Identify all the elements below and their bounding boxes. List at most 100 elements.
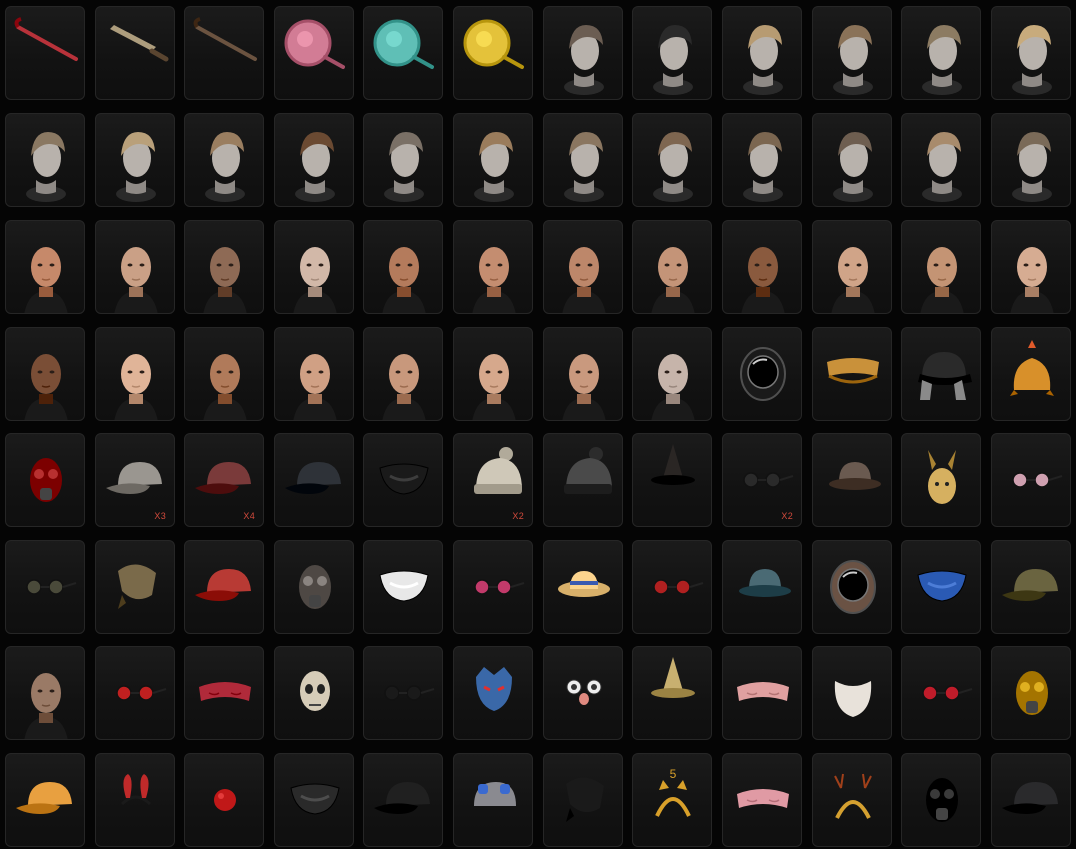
- inventory-slot[interactable]: [632, 433, 712, 527]
- inventory-slot[interactable]: [722, 113, 802, 207]
- inventory-slot[interactable]: [363, 753, 443, 847]
- inventory-slot[interactable]: [363, 540, 443, 634]
- inventory-slot[interactable]: [901, 220, 981, 314]
- inventory-slot[interactable]: [95, 220, 175, 314]
- inventory-slot[interactable]: [991, 113, 1071, 207]
- inventory-slot[interactable]: [453, 753, 533, 847]
- inventory-slot[interactable]: [991, 646, 1071, 740]
- inventory-slot[interactable]: [722, 753, 802, 847]
- inventory-slot[interactable]: [363, 433, 443, 527]
- quantity-badge: X2: [512, 511, 524, 521]
- inventory-slot[interactable]: [812, 113, 892, 207]
- inventory-slot[interactable]: [274, 540, 354, 634]
- inventory-slot[interactable]: [543, 540, 623, 634]
- inventory-slot[interactable]: [274, 646, 354, 740]
- inventory-slot[interactable]: [274, 220, 354, 314]
- inventory-slot[interactable]: [632, 113, 712, 207]
- inventory-slot[interactable]: [901, 113, 981, 207]
- inventory-slot[interactable]: 5: [632, 753, 712, 847]
- inventory-slot[interactable]: [5, 220, 85, 314]
- inventory-slot[interactable]: [812, 540, 892, 634]
- inventory-slot[interactable]: [184, 327, 264, 421]
- inventory-slot[interactable]: [5, 753, 85, 847]
- inventory-slot[interactable]: [722, 646, 802, 740]
- inventory-slot[interactable]: [722, 540, 802, 634]
- inventory-slot[interactable]: [5, 433, 85, 527]
- inventory-slot[interactable]: [5, 327, 85, 421]
- inventory-slot[interactable]: [5, 6, 85, 100]
- inventory-slot[interactable]: [274, 6, 354, 100]
- inventory-slot[interactable]: [95, 646, 175, 740]
- inventory-slot[interactable]: [543, 113, 623, 207]
- inventory-slot[interactable]: [453, 113, 533, 207]
- inventory-slot[interactable]: [274, 113, 354, 207]
- inventory-slot[interactable]: [453, 327, 533, 421]
- inventory-slot[interactable]: [95, 6, 175, 100]
- inventory-slot[interactable]: [991, 433, 1071, 527]
- inventory-slot[interactable]: [812, 753, 892, 847]
- inventory-slot[interactable]: [453, 646, 533, 740]
- inventory-slot[interactable]: [184, 646, 264, 740]
- inventory-slot[interactable]: [543, 753, 623, 847]
- inventory-slot[interactable]: [95, 113, 175, 207]
- inventory-slot[interactable]: [991, 540, 1071, 634]
- inventory-slot[interactable]: [363, 6, 443, 100]
- inventory-slot[interactable]: [812, 646, 892, 740]
- inventory-slot[interactable]: [95, 753, 175, 847]
- inventory-slot[interactable]: [184, 753, 264, 847]
- inventory-slot[interactable]: [901, 646, 981, 740]
- inventory-slot[interactable]: [274, 753, 354, 847]
- inventory-slot[interactable]: [5, 540, 85, 634]
- inventory-slot[interactable]: [991, 327, 1071, 421]
- inventory-slot[interactable]: [543, 646, 623, 740]
- inventory-slot[interactable]: X2: [722, 433, 802, 527]
- inventory-slot[interactable]: [991, 753, 1071, 847]
- inventory-slot[interactable]: [184, 6, 264, 100]
- inventory-slot[interactable]: [363, 327, 443, 421]
- inventory-slot[interactable]: [543, 433, 623, 527]
- inventory-slot[interactable]: [274, 327, 354, 421]
- inventory-slot[interactable]: [901, 540, 981, 634]
- inventory-slot[interactable]: [363, 113, 443, 207]
- inventory-slot[interactable]: [722, 6, 802, 100]
- inventory-slot[interactable]: [901, 6, 981, 100]
- inventory-slot[interactable]: [184, 220, 264, 314]
- inventory-slot[interactable]: X2: [453, 433, 533, 527]
- male-face-icon: [831, 247, 875, 313]
- tied-hair-icon: [833, 25, 873, 95]
- inventory-slot[interactable]: [5, 113, 85, 207]
- inventory-slot[interactable]: [184, 540, 264, 634]
- inventory-slot[interactable]: [184, 113, 264, 207]
- inventory-slot[interactable]: [812, 327, 892, 421]
- inventory-slot[interactable]: X3: [95, 433, 175, 527]
- inventory-slot[interactable]: [991, 6, 1071, 100]
- inventory-slot[interactable]: [5, 646, 85, 740]
- inventory-slot[interactable]: [543, 6, 623, 100]
- inventory-slot[interactable]: [812, 6, 892, 100]
- inventory-slot[interactable]: [901, 433, 981, 527]
- pale-female-face-icon: [114, 354, 158, 420]
- inventory-slot[interactable]: [95, 540, 175, 634]
- inventory-slot[interactable]: [901, 327, 981, 421]
- inventory-slot[interactable]: [722, 220, 802, 314]
- inventory-slot[interactable]: [632, 540, 712, 634]
- inventory-slot[interactable]: [632, 220, 712, 314]
- inventory-slot[interactable]: [453, 6, 533, 100]
- inventory-slot[interactable]: [812, 433, 892, 527]
- inventory-slot[interactable]: [543, 220, 623, 314]
- inventory-slot[interactable]: [632, 646, 712, 740]
- inventory-slot[interactable]: [632, 6, 712, 100]
- inventory-slot[interactable]: [722, 327, 802, 421]
- inventory-slot[interactable]: X4: [184, 433, 264, 527]
- inventory-slot[interactable]: [901, 753, 981, 847]
- inventory-slot[interactable]: [95, 327, 175, 421]
- inventory-slot[interactable]: [812, 220, 892, 314]
- inventory-slot[interactable]: [453, 540, 533, 634]
- inventory-slot[interactable]: [991, 220, 1071, 314]
- inventory-slot[interactable]: [632, 327, 712, 421]
- inventory-slot[interactable]: [543, 327, 623, 421]
- inventory-slot[interactable]: [274, 433, 354, 527]
- inventory-slot[interactable]: [363, 220, 443, 314]
- inventory-slot[interactable]: [453, 220, 533, 314]
- inventory-slot[interactable]: [363, 646, 443, 740]
